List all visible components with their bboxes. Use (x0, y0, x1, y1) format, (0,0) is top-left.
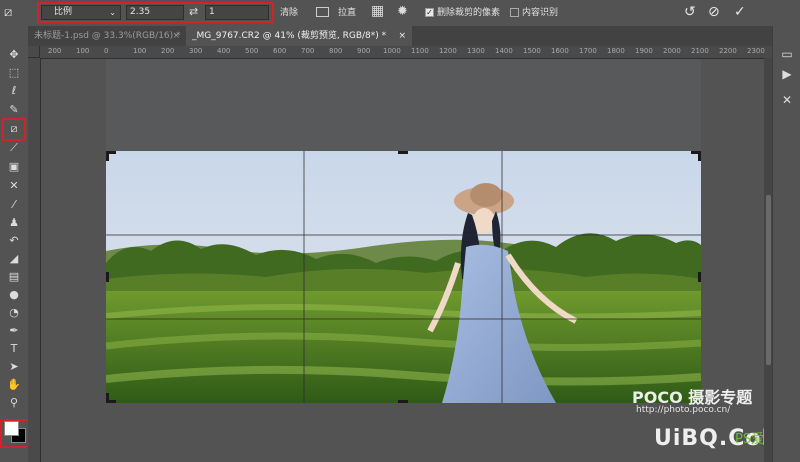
eraser-tool-icon[interactable]: ◢ (5, 252, 23, 266)
options-bar: ⧄ 比例 ⌄ 2.35 ⇄ 1 清除 拉直 ▦ ✹ ✓ 删除裁剪的像素 内容识别… (0, 0, 800, 27)
history-brush-icon[interactable]: ↶ (5, 234, 23, 248)
delete-cropped-checkbox[interactable]: ✓ (425, 8, 434, 17)
ratio-preset-select[interactable]: 比例 ⌄ (41, 5, 121, 20)
ruler-tick: 2000 (663, 47, 681, 55)
ruler-tick: 500 (245, 47, 259, 55)
ruler-tick: 1800 (607, 47, 625, 55)
marquee-tool-icon[interactable]: ⬚ (5, 66, 23, 80)
vertical-ruler[interactable] (28, 58, 41, 462)
zoom-tool-icon[interactable]: ⚲ (5, 396, 23, 410)
ruler-tick: 1900 (635, 47, 653, 55)
tab-untitled-psd[interactable]: 未标题-1.psd @ 33.3%(RGB/16) * × (28, 26, 186, 46)
ruler-origin[interactable] (28, 46, 40, 58)
ruler-tick: 1500 (523, 47, 541, 55)
move-tool-icon[interactable]: ✥ (5, 48, 23, 62)
ruler-tick: 1000 (383, 47, 401, 55)
ruler-tick: 700 (301, 47, 315, 55)
ruler-tick: 900 (357, 47, 371, 55)
width-ratio-input[interactable]: 2.35 (126, 5, 184, 20)
clear-button[interactable]: 清除 (280, 6, 298, 20)
close-icon[interactable]: × (398, 26, 406, 46)
ruler-tick: 1700 (579, 47, 597, 55)
color-highlight-box (0, 419, 30, 448)
brush-tool-icon[interactable]: ⁄ (5, 198, 23, 212)
play-icon[interactable]: ▶ (779, 66, 795, 82)
ruler-tick: 1200 (439, 47, 457, 55)
ruler-tick: 200 (161, 47, 175, 55)
commit-check-icon[interactable]: ✓ (734, 4, 750, 20)
path-select-icon[interactable]: ➤ (5, 360, 23, 374)
straighten-button[interactable]: 拉直 (338, 6, 356, 20)
straighten-icon[interactable] (316, 7, 329, 17)
tab-label: 未标题-1.psd @ 33.3%(RGB/16) * (34, 31, 181, 41)
ruler-tick: 1100 (411, 47, 429, 55)
blur-tool-icon[interactable]: ● (5, 288, 23, 302)
tab-label: _MG_9767.CR2 @ 41% (裁剪预览, RGB/8*) * (192, 31, 387, 41)
crop-tool-highlight-box (2, 118, 26, 141)
ruler-tick: 2100 (691, 47, 709, 55)
ruler-tick: 300 (189, 47, 203, 55)
ruler-tick: 100 (76, 47, 90, 55)
hand-tool-icon[interactable]: ✋ (5, 378, 23, 392)
ruler-tick: 1600 (551, 47, 569, 55)
watermark-url: http://photo.poco.cn/ (636, 405, 731, 415)
panel-collapse-icon[interactable]: ▭ (779, 46, 795, 62)
crop-shield-overlay (106, 59, 701, 151)
height-ratio-input[interactable]: 1 (205, 5, 269, 20)
quick-select-tool-icon[interactable]: ✎ (5, 103, 23, 117)
ruler-tick: 2200 (719, 47, 737, 55)
swap-icon[interactable]: ⇄ (189, 5, 203, 20)
lasso-tool-icon[interactable]: ℓ (5, 84, 23, 98)
grid-overlay-icon[interactable]: ▦ (371, 4, 386, 19)
ruler-tick: 400 (217, 47, 231, 55)
crop-icon[interactable]: ⧄ (4, 4, 26, 22)
chevron-down-icon: ⌄ (109, 8, 116, 17)
ruler-tick: 100 (133, 47, 147, 55)
photo-image (106, 151, 701, 403)
pen-tool-icon[interactable]: ✒ (5, 324, 23, 338)
tools-panel-icon[interactable]: ✕ (779, 92, 795, 108)
reset-icon[interactable]: ↺ (684, 4, 700, 20)
document-tab-bar: 未标题-1.psd @ 33.3%(RGB/16) * × _MG_9767.C… (28, 26, 772, 47)
ruler-tick: 0 (104, 47, 109, 55)
healing-brush-icon[interactable]: ✕ (5, 179, 23, 193)
photo-crop-area[interactable] (106, 151, 701, 403)
delete-cropped-label: 删除裁剪的像素 (437, 8, 501, 18)
dodge-tool-icon[interactable]: ◔ (5, 306, 23, 320)
cancel-icon[interactable]: ⊘ (708, 4, 724, 20)
ruler-tick: 1400 (495, 47, 513, 55)
close-icon[interactable]: × (172, 26, 180, 46)
content-aware-checkbox[interactable] (510, 8, 519, 17)
horizontal-ruler[interactable]: 200 100 0 100 200 300 400 500 600 700 80… (40, 46, 772, 59)
clone-stamp-icon[interactable]: ♟ (5, 216, 23, 230)
tab-mg-9767[interactable]: _MG_9767.CR2 @ 41% (裁剪预览, RGB/8*) * × (186, 26, 412, 46)
type-tool-icon[interactable]: T (5, 342, 23, 356)
ruler-tick: 200 (48, 47, 62, 55)
ruler-tick: 2300 (747, 47, 765, 55)
tools-panel: ✥ ⬚ ℓ ✎ ⧄ ⟋ ▣ ✕ ⁄ ♟ ↶ ◢ ▤ ● ◔ ✒ T ➤ ✋ ⚲ … (0, 26, 29, 462)
scrollbar-thumb[interactable] (766, 195, 771, 365)
eyedropper-tool-icon[interactable]: ⟋ (5, 141, 23, 155)
ratio-preset-label: 比例 (54, 7, 73, 17)
ruler-tick: 600 (273, 47, 287, 55)
gear-icon[interactable]: ✹ (397, 4, 412, 19)
right-panel-dock: ▭ ▶ ✕ (772, 26, 800, 462)
gradient-tool-icon[interactable]: ▤ (5, 270, 23, 284)
ruler-tick: 800 (329, 47, 343, 55)
ruler-tick: 1300 (467, 47, 485, 55)
frame-tool-icon[interactable]: ▣ (5, 160, 23, 174)
content-aware-label: 内容识别 (522, 8, 559, 18)
